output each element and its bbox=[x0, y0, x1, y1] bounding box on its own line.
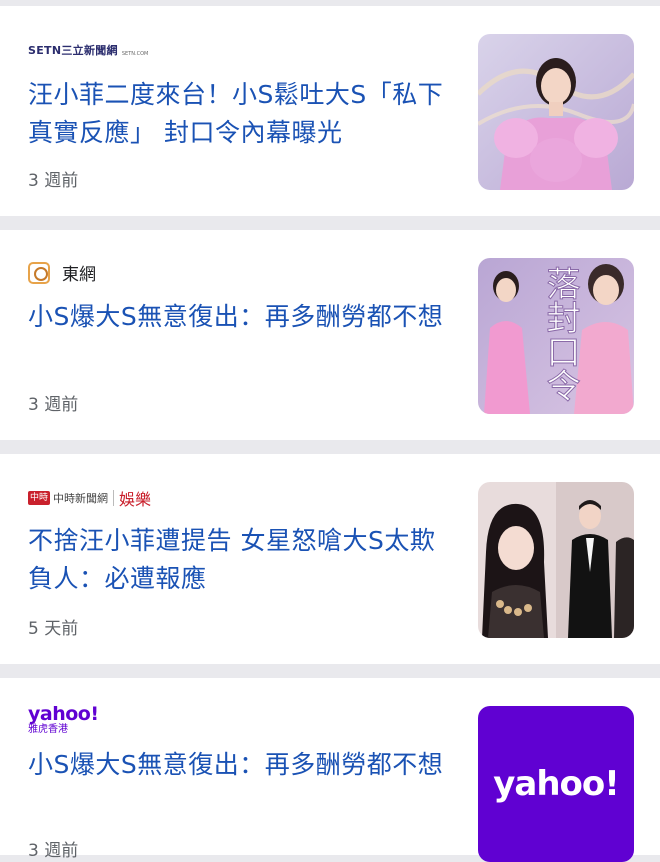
article-headline[interactable]: 不捨汪小菲遭提告 女星怒嗆大S太欺負人：必遭報應 bbox=[28, 522, 448, 598]
source-setn: SETN三立新聞網 SETN.COM bbox=[28, 42, 148, 58]
article-time: 3 週前 bbox=[28, 395, 79, 415]
yahoo-thumb-logo-text: yahoo! bbox=[493, 764, 620, 804]
source-name: 中時新聞網 bbox=[53, 492, 109, 505]
yahoo-logo[interactable]: yahoo! bbox=[478, 706, 634, 862]
chinatimes-logo-icon: 中時 bbox=[28, 491, 51, 505]
news-card[interactable]: SETN三立新聞網 SETN.COM 汪小菲二度來台！小S鬆吐大S「私下真實反應… bbox=[0, 6, 660, 216]
news-card[interactable]: 東網 小S爆大S無意復出：再多酬勞都不想 3 週前 落封口令 bbox=[0, 230, 660, 440]
news-feed: SETN三立新聞網 SETN.COM 汪小菲二度來台！小S鬆吐大S「私下真實反應… bbox=[0, 0, 660, 862]
setn-logo-sub: SETN.COM bbox=[121, 51, 149, 57]
article-time: 3 週前 bbox=[28, 841, 79, 861]
woman-and-man-in-suit-photo[interactable] bbox=[478, 482, 634, 638]
source-yahoo: yahoo! 雅虎香港 bbox=[28, 704, 99, 735]
source-on-cc: 東網 bbox=[28, 260, 96, 285]
source-chinatimes: 中時 中時新聞網 娛樂 bbox=[28, 486, 151, 510]
article-headline[interactable]: 小S爆大S無意復出：再多酬勞都不想 bbox=[28, 298, 448, 336]
article-time: 3 週前 bbox=[28, 171, 79, 191]
source-section: 娛樂 bbox=[119, 490, 152, 509]
source-divider bbox=[113, 490, 115, 506]
yahoo-logo-text: yahoo! bbox=[28, 703, 99, 725]
yahoo-sub-text: 雅虎香港 bbox=[28, 724, 68, 735]
article-headline[interactable]: 小S爆大S無意復出：再多酬勞都不想 bbox=[28, 746, 448, 784]
setn-logo-text: SETN三立新聞網 bbox=[28, 44, 118, 57]
news-card[interactable]: 中時 中時新聞網 娛樂 不捨汪小菲遭提告 女星怒嗆大S太欺負人：必遭報應 5 天… bbox=[0, 454, 660, 664]
source-name: 東網 bbox=[62, 265, 96, 285]
news-card[interactable]: yahoo! 雅虎香港 小S爆大S無意復出：再多酬勞都不想 3 週前 yahoo… bbox=[0, 678, 660, 862]
article-time: 5 天前 bbox=[28, 619, 79, 639]
thumb-caption: 落封口令 bbox=[540, 266, 580, 402]
on-cc-logo-icon bbox=[28, 261, 50, 284]
two-women-in-pink-photo[interactable]: 落封口令 bbox=[478, 258, 634, 414]
article-headline[interactable]: 汪小菲二度來台！小S鬆吐大S「私下真實反應」 封口令內幕曝光 bbox=[28, 76, 448, 152]
woman-in-pink-dress-photo[interactable] bbox=[478, 34, 634, 190]
